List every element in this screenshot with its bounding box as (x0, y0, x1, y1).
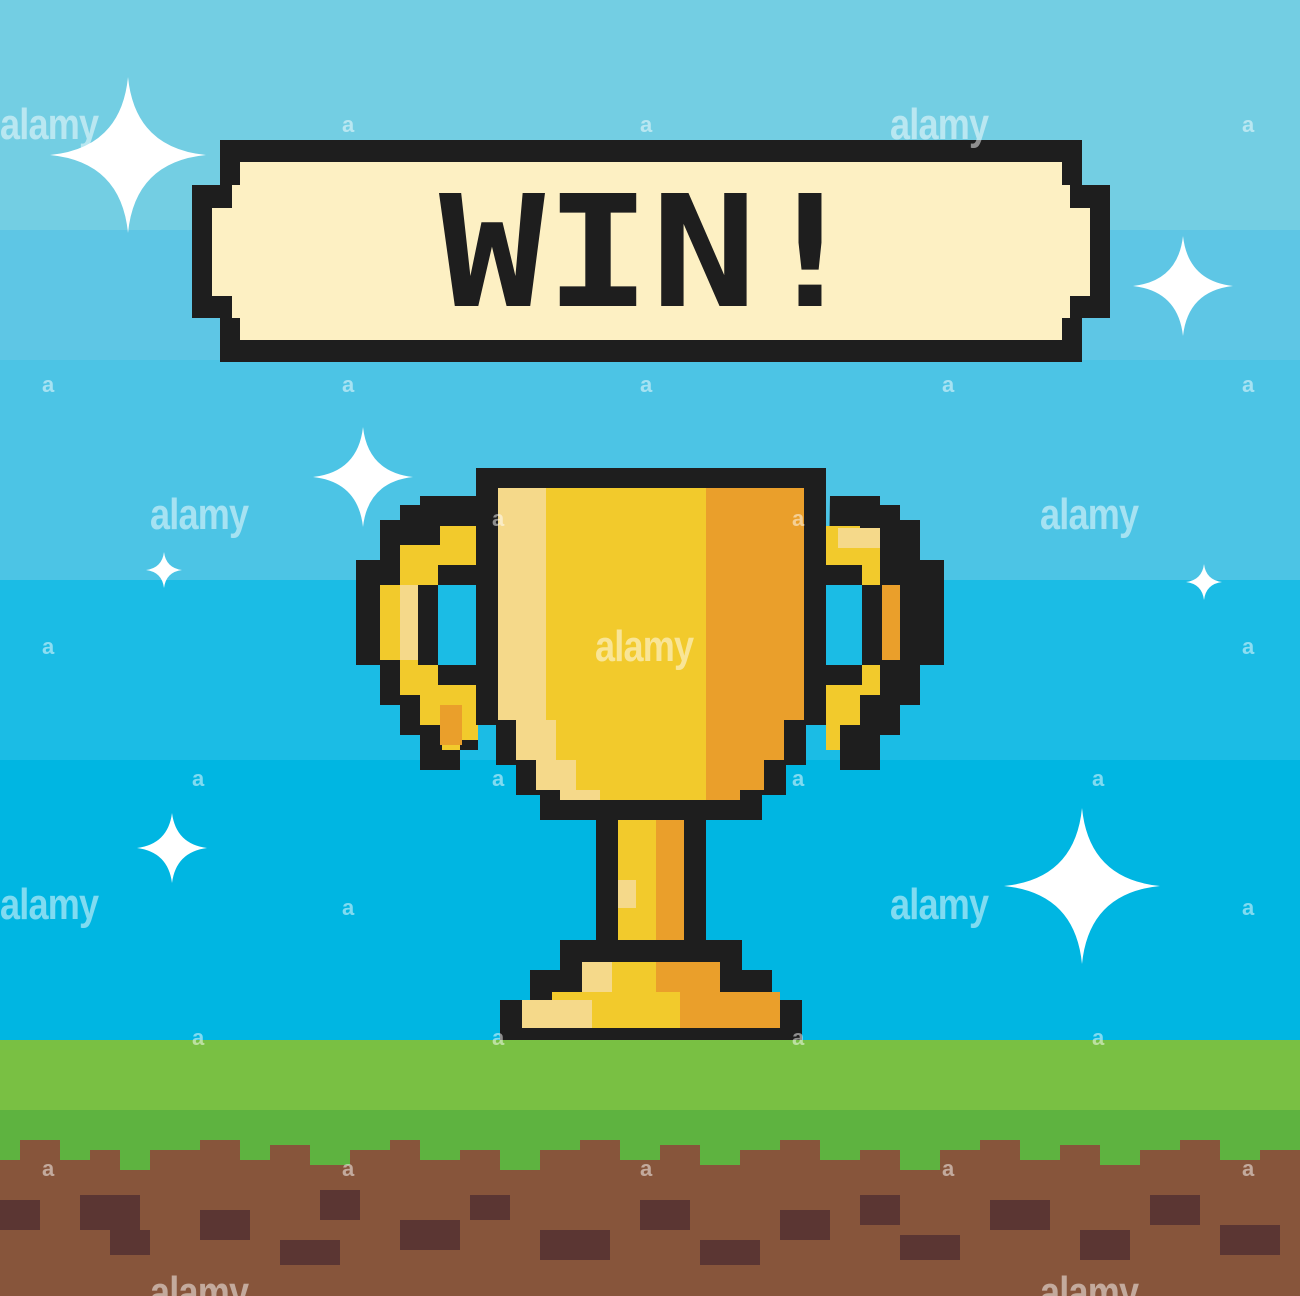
watermark-mark: a (342, 372, 354, 397)
watermark-mark: a (342, 1156, 354, 1181)
watermark: alamy (1040, 1268, 1139, 1296)
watermark: alamy (0, 880, 99, 929)
watermark-mark: a (492, 766, 504, 791)
watermark-mark: a (1242, 112, 1254, 137)
watermark-mark: a (792, 766, 804, 791)
watermark: alamy (595, 622, 694, 671)
watermark-mark: a (1242, 895, 1254, 920)
watermark-mark: a (942, 372, 954, 397)
watermark-mark: a (1242, 372, 1254, 397)
watermark: alamy (890, 880, 989, 929)
watermark-mark: a (492, 506, 504, 531)
watermark-mark: a (42, 634, 54, 659)
watermark-mark: a (1242, 634, 1254, 659)
watermark-mark: a (342, 895, 354, 920)
watermark-mark: a (942, 1156, 954, 1181)
watermark-mark: a (192, 766, 204, 791)
watermark: alamy (150, 1268, 249, 1296)
watermark-mark: a (792, 506, 804, 531)
watermark: alamy (890, 100, 989, 149)
game-scene: WIN! alamy alamy alamy alamy alamy alamy… (0, 0, 1300, 1296)
watermark-mark: a (42, 1156, 54, 1181)
watermark: alamy (150, 490, 249, 539)
watermark-mark: a (492, 1025, 504, 1050)
watermark-mark: a (342, 112, 354, 137)
watermark: alamy (1040, 490, 1139, 539)
watermark-mark: a (640, 1156, 652, 1181)
watermark-mark: a (640, 372, 652, 397)
watermark: alamy (0, 100, 99, 149)
watermark-mark: a (792, 1025, 804, 1050)
watermark-mark: a (640, 112, 652, 137)
watermark-mark: a (1092, 766, 1104, 791)
watermark-mark: a (1092, 1025, 1104, 1050)
watermark-mark: a (42, 372, 54, 397)
watermark-mark: a (1242, 1156, 1254, 1181)
watermark-mark: a (192, 1025, 204, 1050)
